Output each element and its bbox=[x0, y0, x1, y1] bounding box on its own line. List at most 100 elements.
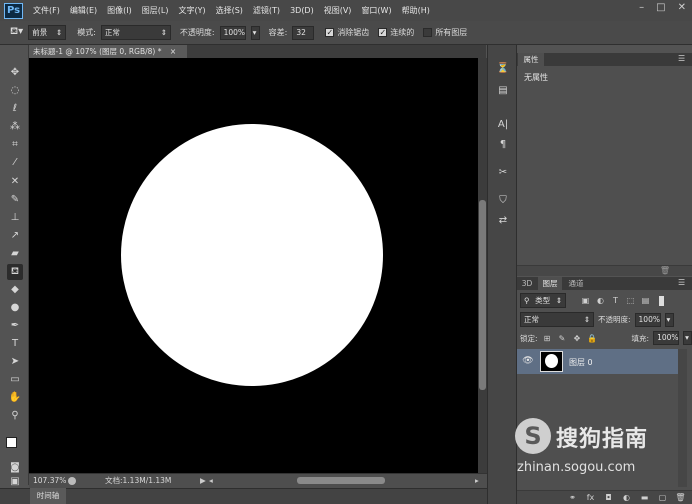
history-panel-icon[interactable]: ⏳ bbox=[494, 61, 512, 77]
hand-tool-icon[interactable]: ✋ bbox=[7, 390, 23, 406]
all-layers-checkbox[interactable]: ✓所有图层 bbox=[423, 27, 467, 38]
lock-position-icon[interactable]: ✥ bbox=[572, 333, 583, 344]
tab-layers[interactable]: 图层 bbox=[538, 277, 562, 290]
document-tab[interactable]: 未标题-1 @ 107% (图层 0, RGB/8) * × bbox=[29, 45, 187, 58]
shape-tool-icon[interactable]: ▭ bbox=[7, 372, 23, 388]
vertical-scroll-thumb[interactable] bbox=[479, 200, 486, 390]
horizontal-scroll-thumb[interactable] bbox=[297, 477, 385, 484]
pen-tool-icon[interactable]: ✒ bbox=[7, 318, 23, 334]
add-mask-icon[interactable]: ◘ bbox=[603, 492, 614, 503]
menu-image[interactable]: 图像(I) bbox=[107, 5, 132, 16]
paint-bucket-icon[interactable]: ⛾▾ bbox=[10, 26, 23, 39]
fill-dropdown-icon[interactable]: ▾ bbox=[683, 331, 692, 345]
clone-stamp-tool-icon[interactable]: ⊥ bbox=[7, 210, 23, 226]
minimize-button[interactable]: – bbox=[639, 2, 644, 13]
path-selection-tool-icon[interactable]: ➤ bbox=[7, 354, 23, 370]
eyedropper-tool-icon[interactable]: ⁄ bbox=[7, 155, 23, 171]
filter-toggle-icon[interactable] bbox=[659, 295, 664, 306]
paint-bucket-tool-icon[interactable]: ⛾ bbox=[7, 264, 23, 280]
tool-presets-icon[interactable]: ✂ bbox=[494, 165, 512, 181]
layer-filter-select[interactable]: ⚲ 类型 ⇕ bbox=[520, 293, 566, 308]
status-menu-arrow-icon[interactable]: ▶ bbox=[200, 474, 206, 488]
link-layers-icon[interactable]: ⚭ bbox=[567, 492, 578, 503]
panel-menu-icon[interactable]: ☰ bbox=[678, 278, 685, 287]
tab-3d[interactable]: 3D bbox=[518, 277, 536, 290]
menu-select[interactable]: 选择(S) bbox=[216, 5, 243, 16]
properties-tab[interactable]: 属性 bbox=[518, 53, 544, 66]
fill-source-select[interactable]: 前景 ⇕ bbox=[28, 25, 67, 40]
lock-pixels-icon[interactable]: ✎ bbox=[557, 333, 568, 344]
menu-3d[interactable]: 3D(D) bbox=[290, 6, 314, 15]
scroll-left-arrow-icon[interactable]: ◂ bbox=[209, 474, 213, 488]
shape-filter-icon[interactable]: ⬚ bbox=[625, 295, 636, 306]
type-filter-icon[interactable]: T bbox=[610, 295, 621, 306]
maximize-button[interactable]: □ bbox=[656, 2, 665, 13]
timeline-tab[interactable]: 时间轴 bbox=[30, 488, 66, 504]
quick-mask-icon[interactable]: ◙ bbox=[7, 460, 23, 476]
menu-filter[interactable]: 滤镜(T) bbox=[253, 5, 280, 16]
eraser-tool-icon[interactable]: ▰ bbox=[7, 246, 23, 262]
dodge-tool-icon[interactable]: ● bbox=[7, 300, 23, 316]
fill-input[interactable]: 100% bbox=[653, 331, 680, 345]
character-panel-icon[interactable]: A| bbox=[494, 117, 512, 133]
actions-panel-icon[interactable]: ▤ bbox=[494, 83, 512, 99]
menu-window[interactable]: 窗口(W) bbox=[361, 5, 391, 16]
layer-opacity-input[interactable]: 100% bbox=[634, 312, 661, 327]
brush-tool-icon[interactable]: ✎ bbox=[7, 192, 23, 208]
info-icon[interactable] bbox=[68, 477, 76, 485]
new-group-icon[interactable]: ▬ bbox=[639, 492, 650, 503]
menu-help[interactable]: 帮助(H) bbox=[402, 5, 430, 16]
menu-file[interactable]: 文件(F) bbox=[33, 5, 60, 16]
layers-scrollbar[interactable] bbox=[678, 349, 687, 487]
zoom-tool-icon[interactable]: ⚲ bbox=[7, 408, 23, 424]
brush-panel-icon[interactable]: ⛉ bbox=[494, 193, 512, 209]
new-layer-icon[interactable]: ▢ bbox=[657, 492, 668, 503]
blur-tool-icon[interactable]: ◆ bbox=[7, 282, 23, 298]
lock-transparent-icon[interactable]: ⊞ bbox=[542, 333, 553, 344]
scroll-right-arrow-icon[interactable]: ▸ bbox=[475, 474, 479, 488]
opacity-input[interactable]: 100% bbox=[219, 25, 246, 40]
marquee-tool-icon[interactable]: ◌ bbox=[7, 83, 23, 99]
healing-brush-tool-icon[interactable]: ✕ bbox=[7, 174, 23, 190]
mode-select[interactable]: 正常 ⇕ bbox=[100, 25, 171, 40]
smart-object-filter-icon[interactable]: ▤ bbox=[640, 295, 651, 306]
lasso-tool-icon[interactable]: ℓ bbox=[7, 101, 23, 117]
foreground-color-swatch[interactable] bbox=[6, 437, 17, 448]
trash-icon[interactable]: 🗑 bbox=[660, 266, 670, 275]
brush-presets-icon[interactable]: ⇄ bbox=[494, 213, 512, 229]
menu-view[interactable]: 视图(V) bbox=[324, 5, 352, 16]
layer-opacity-dropdown-icon[interactable]: ▾ bbox=[664, 312, 674, 327]
sogou-watermark-logo: S bbox=[515, 418, 551, 454]
opacity-dropdown-icon[interactable]: ▾ bbox=[250, 25, 260, 40]
search-icon: ⚲ bbox=[524, 296, 530, 305]
move-tool-icon[interactable]: ✥ bbox=[7, 65, 23, 81]
layer-style-icon[interactable]: fx bbox=[585, 492, 596, 503]
screen-mode-icon[interactable]: ▣ bbox=[7, 477, 23, 487]
tolerance-input[interactable]: 32 bbox=[292, 25, 315, 40]
type-tool-icon[interactable]: T bbox=[7, 336, 23, 352]
layer-name[interactable]: 图层 0 bbox=[569, 357, 593, 368]
paragraph-panel-icon[interactable]: ¶ bbox=[494, 137, 512, 153]
tab-channels[interactable]: 通道 bbox=[564, 277, 588, 290]
panel-menu-icon[interactable]: ☰ bbox=[678, 54, 685, 63]
menu-type[interactable]: 文字(Y) bbox=[178, 5, 205, 16]
lock-all-icon[interactable]: 🔒 bbox=[587, 333, 598, 344]
zoom-level[interactable]: 107.37% bbox=[33, 474, 66, 488]
menu-edit[interactable]: 编辑(E) bbox=[70, 5, 97, 16]
adjustment-filter-icon[interactable]: ◐ bbox=[595, 295, 606, 306]
history-brush-tool-icon[interactable]: ↗ bbox=[7, 228, 23, 244]
collapsed-panels-strip: ⏳ ▤ A| ¶ ✂ ⛉ ⇄ bbox=[487, 45, 517, 504]
visibility-eye-icon[interactable]: 👁 bbox=[522, 355, 534, 367]
contiguous-checkbox[interactable]: ✓ 连续的 bbox=[378, 27, 414, 38]
pixel-filter-icon[interactable]: ▣ bbox=[580, 295, 591, 306]
blend-mode-select[interactable]: 正常 ⇕ bbox=[520, 312, 594, 327]
menu-layer[interactable]: 图层(L) bbox=[142, 5, 169, 16]
crop-tool-icon[interactable]: ⌗ bbox=[7, 137, 23, 153]
close-tab-icon[interactable]: × bbox=[170, 47, 176, 56]
delete-layer-icon[interactable]: 🗑 bbox=[675, 492, 686, 503]
canvas[interactable] bbox=[29, 58, 478, 473]
antialias-checkbox[interactable]: ✓ 消除锯齿 bbox=[325, 27, 369, 38]
close-button[interactable]: ✕ bbox=[678, 2, 686, 13]
adjustment-layer-icon[interactable]: ◐ bbox=[621, 492, 632, 503]
magic-wand-tool-icon[interactable]: ⁂ bbox=[7, 119, 23, 135]
